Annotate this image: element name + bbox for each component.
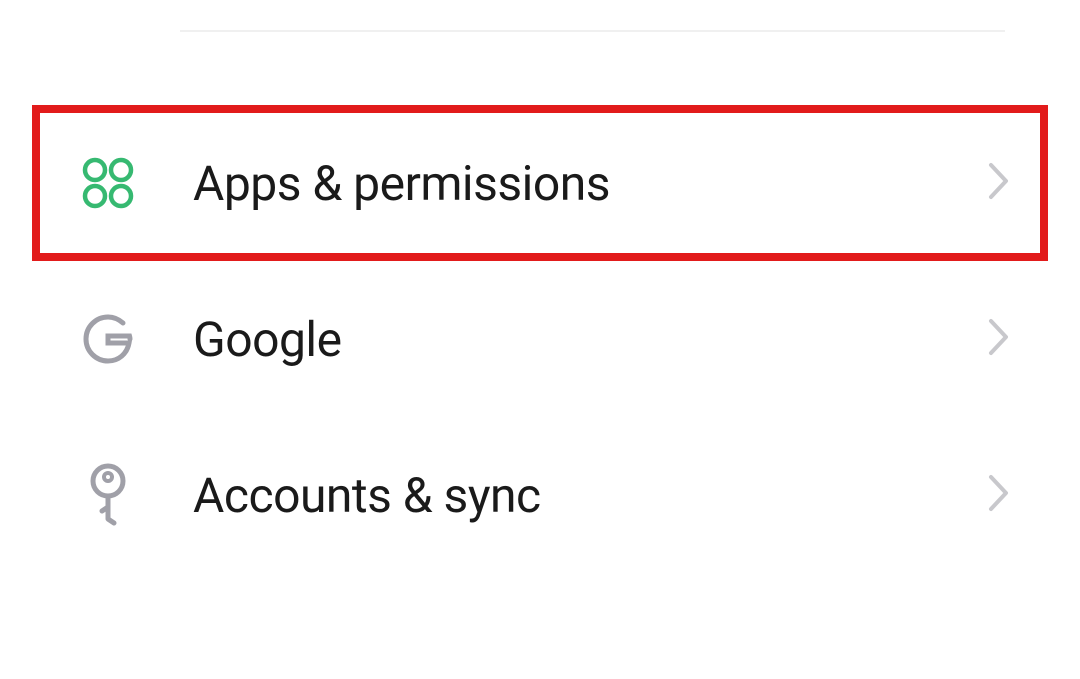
apps-icon xyxy=(78,157,138,209)
settings-item-accounts-sync[interactable]: Accounts & sync xyxy=(0,417,1080,573)
chevron-right-icon xyxy=(988,474,1010,516)
google-icon xyxy=(78,312,138,366)
settings-list: Apps & permissions Google xyxy=(0,105,1080,573)
settings-item-google[interactable]: Google xyxy=(0,261,1080,417)
chevron-right-icon xyxy=(988,162,1010,204)
top-divider xyxy=(180,30,1005,32)
settings-item-label: Google xyxy=(193,311,988,368)
chevron-right-icon xyxy=(988,318,1010,360)
settings-item-label: Accounts & sync xyxy=(193,467,988,524)
settings-item-apps-permissions[interactable]: Apps & permissions xyxy=(32,105,1048,261)
settings-item-label: Apps & permissions xyxy=(193,155,988,212)
key-icon xyxy=(78,463,138,527)
